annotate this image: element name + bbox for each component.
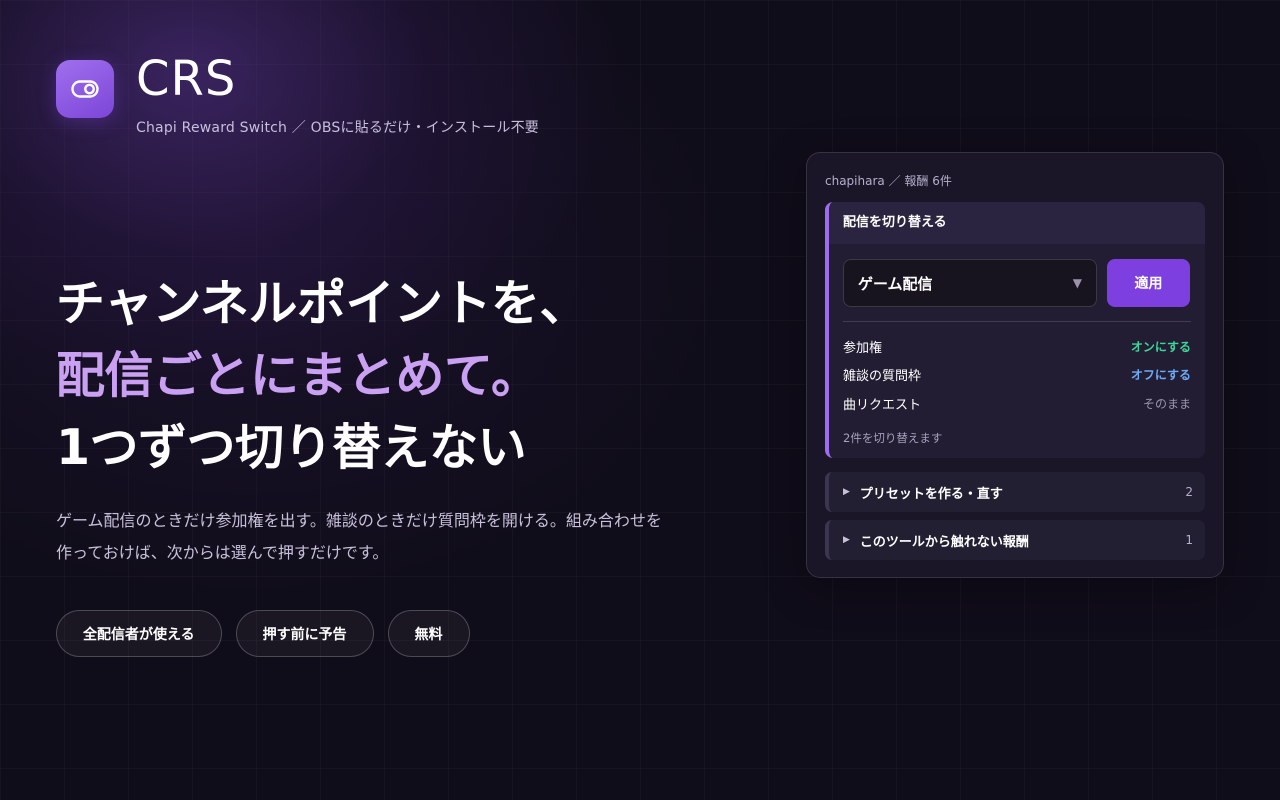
- triangle-right-icon: ▶: [843, 487, 850, 497]
- section-edit-presets[interactable]: ▶ プリセットを作る・直す 2: [825, 472, 1205, 512]
- change-summary: 2件を切り替えます: [843, 430, 943, 445]
- preset-select[interactable]: ゲーム配信 ▼: [843, 259, 1097, 307]
- section-label: このツールから触れない報酬: [859, 534, 1029, 550]
- change-name: 参加権: [843, 340, 883, 356]
- switch-stream-card: 配信を切り替える ゲーム配信 ▼ 適用 参加権 オンにする 雑談の質問枠 オフに…: [825, 202, 1205, 458]
- apply-button[interactable]: 適用: [1107, 259, 1190, 307]
- preset-select-value: ゲーム配信: [858, 274, 933, 293]
- feature-pills: 全配信者が使える 押す前に予告 無料: [56, 610, 470, 657]
- switch-card-title: 配信を切り替える: [829, 202, 1205, 244]
- pill-preview-before-apply[interactable]: 押す前に予告: [235, 610, 374, 657]
- brand-title: CRS: [136, 51, 237, 107]
- switch-controls: ゲーム配信 ▼ 適用: [829, 244, 1205, 308]
- pill-free[interactable]: 無料: [387, 610, 470, 657]
- hero-heading-line-1: チャンネルポイントを、: [56, 275, 589, 332]
- hero-heading-line-3: 1つずつ切り替えない: [56, 419, 527, 476]
- change-action: オフにする: [1130, 368, 1191, 383]
- change-row: 曲リクエスト そのまま: [843, 389, 1191, 418]
- hero-heading-line-2: 配信ごとにまとめて。: [56, 347, 540, 404]
- triangle-right-icon: ▶: [843, 535, 850, 545]
- change-action: オンにする: [1130, 339, 1191, 354]
- pill-all-streamers[interactable]: 全配信者が使える: [56, 610, 222, 657]
- hero-heading: チャンネルポイントを、 配信ごとにまとめて。 1つずつ切り替えない: [56, 268, 589, 484]
- change-action: そのまま: [1142, 396, 1191, 411]
- caret-down-icon: ▼: [1072, 276, 1082, 290]
- brand-text: CRS Chapi Reward Switch ／ OBSに貼るだけ・インストー…: [136, 51, 540, 137]
- change-name: 雑談の質問枠: [843, 369, 922, 385]
- change-name: 曲リクエスト: [843, 397, 922, 413]
- toggle-switch-icon: [56, 60, 114, 118]
- section-edit-presets-left: ▶ プリセットを作る・直す: [843, 483, 1003, 502]
- section-count: 2: [1185, 485, 1193, 499]
- panel-header: chapihara ／ 報酬 6件: [825, 174, 952, 188]
- reward-switch-panel: chapihara ／ 報酬 6件 配信を切り替える ゲーム配信 ▼ 適用 参加…: [806, 152, 1224, 578]
- change-row: 参加権 オンにする: [843, 332, 1191, 361]
- change-list: 参加権 オンにする 雑談の質問枠 オフにする 曲リクエスト そのまま: [829, 322, 1205, 418]
- change-row: 雑談の質問枠 オフにする: [843, 361, 1191, 390]
- section-label: プリセットを作る・直す: [859, 486, 1003, 502]
- brand-subtitle: Chapi Reward Switch ／ OBSに貼るだけ・インストール不要: [136, 120, 540, 136]
- hero-description: ゲーム配信のときだけ参加権を出す。雑談のときだけ質問枠を開ける。組み合わせを作っ…: [56, 511, 662, 562]
- section-count: 1: [1185, 533, 1193, 547]
- section-untouchable-rewards[interactable]: ▶ このツールから触れない報酬 1: [825, 520, 1205, 560]
- brand-header: CRS Chapi Reward Switch ／ OBSに貼るだけ・インストー…: [56, 51, 540, 137]
- section-untouchable-rewards-left: ▶ このツールから触れない報酬: [843, 531, 1029, 550]
